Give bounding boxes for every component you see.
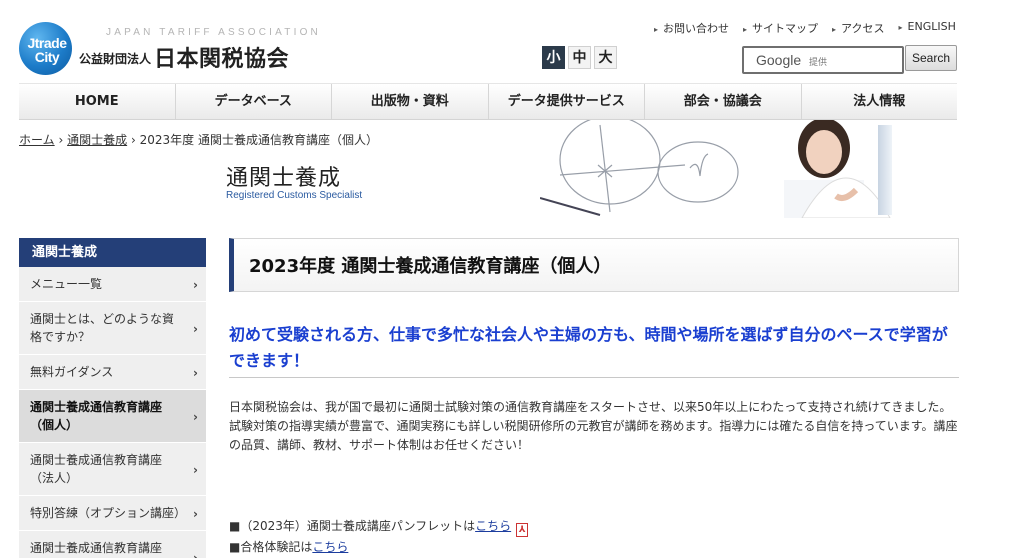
arrow-icon: ▸ (832, 25, 837, 34)
search-input[interactable]: Google 提供 (742, 46, 904, 74)
testimonials-link[interactable]: こちら (312, 540, 348, 554)
breadcrumb: ホーム › 通関士養成 › 2023年度 通関士養成通信教育講座（個人） (19, 131, 378, 148)
sidebar-item-free-guidance[interactable]: 無料ガイダンス › (19, 355, 206, 390)
chevron-right-icon: › (193, 463, 198, 477)
sidebar-item-label: メニュー一覧 (30, 277, 103, 291)
breadcrumb-current: 2023年度 通関士養成通信教育講座（個人） (139, 133, 378, 147)
resource-links: ■（2023年）通関士養成講座パンフレットはこちら ⅄ ■合格体験記はこちら (229, 516, 529, 558)
list-item: ■合格体験記はこちら (229, 537, 528, 558)
global-nav: HOME データベース 出版物・資料 データ提供サービス 部会・協議会 法人情報 (19, 83, 957, 120)
sidebar-item-course-corporate[interactable]: 通関士養成通信教育講座（法人） › (19, 443, 206, 496)
arrow-icon: ▸ (743, 25, 748, 34)
google-brand: Google (756, 52, 802, 68)
intro-text: 日本関税協会は、我が国で最初に通関士試験対策の通信教育講座をスタートさせ、以来5… (229, 398, 959, 455)
util-link-access[interactable]: ▸ アクセス (832, 20, 884, 36)
sidebar-item-special-drills[interactable]: 特別答練（オプション講座） › (19, 496, 206, 531)
font-size-large-button[interactable]: 大 (594, 46, 617, 69)
nav-corporate-info[interactable]: 法人情報 (802, 84, 958, 119)
sidebar-item-label: 通関士とは、どのような資格ですか？ (30, 312, 175, 344)
nav-data-services[interactable]: データ提供サービス (489, 84, 645, 119)
util-link-label: お問い合わせ (663, 22, 730, 35)
sidebar-item-label: 通関士養成通信教育講座（個人） (30, 400, 163, 432)
banner-subtitle: Registered Customs Specialist (226, 190, 363, 201)
chevron-right-icon: › (193, 410, 198, 424)
breadcrumb-section[interactable]: 通関士養成 (67, 133, 127, 147)
sidebar-menu: メニュー一覧 › 通関士とは、どのような資格ですか？ › 無料ガイダンス › 通… (19, 267, 206, 558)
divider (229, 377, 959, 378)
org-name: 日本関税協会 (154, 47, 290, 72)
util-link-label: サイトマップ (752, 22, 819, 35)
sidebar-heading: 通関士養成 (19, 238, 206, 267)
nav-home[interactable]: HOME (19, 84, 176, 119)
chevron-right-icon: › (193, 366, 198, 380)
util-link-sitemap[interactable]: ▸ サイトマップ (743, 20, 818, 36)
font-size-switcher: 小 中 大 (542, 46, 617, 69)
chevron-right-icon: › (193, 322, 198, 336)
sidebar-item-course-individual[interactable]: 通関士養成通信教育講座（個人） › (19, 390, 206, 443)
list-item-text: ■（2023年）通関士養成講座パンフレットは (229, 519, 476, 533)
util-link-label: ENGLISH (907, 20, 956, 33)
banner-title: 通関士養成 (226, 166, 342, 191)
logo-subtitle: JAPAN TARIFF ASSOCIATION (106, 27, 321, 38)
chevron-right-icon: › (193, 507, 198, 521)
sidebar-item-label: 通関士養成通信教育講座（料金） (30, 541, 163, 555)
intro-paragraph: 日本関税協会は、我が国で最初に通関士試験対策の通信教育講座をスタートさせ、以来5… (229, 400, 952, 414)
search-hint: 提供 (809, 58, 828, 68)
util-link-label: アクセス (841, 22, 885, 35)
logo-mark-text: Jtrade City (27, 35, 67, 65)
banner-decoration (878, 125, 892, 215)
breadcrumb-separator: › (130, 133, 136, 147)
sidebar-item-course-fees[interactable]: 通関士養成通信教育講座（料金） › (19, 531, 206, 558)
breadcrumb-home[interactable]: ホーム (19, 133, 55, 147)
banner-illustration (540, 120, 891, 218)
chevron-right-icon: › (193, 278, 198, 292)
sidebar-item-label: 無料ガイダンス (30, 365, 114, 379)
sidebar-item-about[interactable]: 通関士とは、どのような資格ですか？ › (19, 302, 206, 355)
pamphlet-link[interactable]: こちら (475, 519, 511, 533)
list-item-text: ■合格体験記は (229, 540, 313, 554)
pdf-icon: ⅄ (516, 523, 529, 537)
page-title: 2023年度 通関士養成通信教育講座（個人） (249, 256, 612, 277)
nav-committees[interactable]: 部会・協議会 (645, 84, 802, 119)
sidebar-item-menu-list[interactable]: メニュー一覧 › (19, 267, 206, 302)
nav-database[interactable]: データベース (176, 84, 332, 119)
sidebar-item-label: 通関士養成通信教育講座（法人） (30, 453, 163, 485)
search-button[interactable]: Search (905, 45, 957, 71)
font-size-small-button[interactable]: 小 (542, 46, 565, 69)
chevron-right-icon: › (193, 551, 198, 558)
breadcrumb-separator: › (58, 133, 64, 147)
nav-publications[interactable]: 出版物・資料 (332, 84, 489, 119)
arrow-icon: ▸ (654, 25, 659, 34)
util-link-contact[interactable]: ▸ お問い合わせ (654, 20, 729, 36)
page-title-box: 2023年度 通関士養成通信教育講座（個人） (229, 238, 959, 292)
sidebar-item-label: 特別答練（オプション講座） (30, 506, 187, 520)
arrow-icon: ▸ (898, 23, 903, 32)
list-item: ■（2023年）通関士養成講座パンフレットはこちら ⅄ (229, 516, 529, 537)
font-size-medium-button[interactable]: 中 (568, 46, 591, 69)
util-link-english[interactable]: ▸ ENGLISH (899, 20, 956, 36)
lead-text: 初めて受験される方、仕事で多忙な社会人や主婦の方も、時間や場所を選ばず自分のペー… (229, 325, 948, 370)
utility-links: ▸ お問い合わせ ▸ サイトマップ ▸ アクセス ▸ ENGLISH (654, 20, 956, 36)
intro-paragraph: 試験対策の指導実績が豊富で、通関実務にも詳しい税関研修所の元教官が講師を務めます… (229, 419, 958, 452)
org-prefix: 公益財団法人 (79, 52, 152, 66)
